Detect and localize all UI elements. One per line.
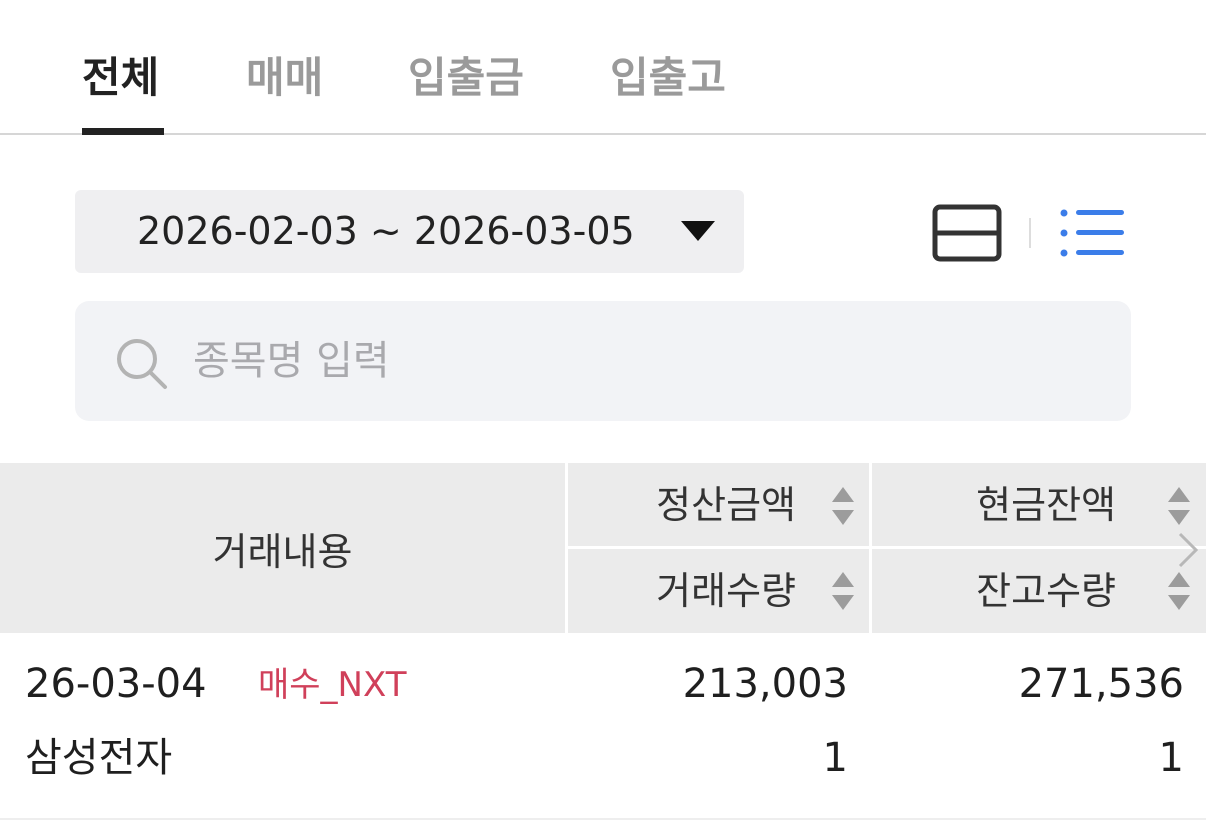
row-balance-quantity: 1: [1158, 735, 1184, 781]
date-range-value: 2026-02-03 ~ 2026-03-05: [137, 209, 635, 253]
header-settlement-amount[interactable]: 정산금액: [580, 463, 796, 547]
header-trade-quantity[interactable]: 거래수량: [580, 549, 796, 633]
tab-bar: 전체 매매 입출금 입출고: [0, 0, 1206, 135]
row-trade-quantity: 1: [822, 735, 848, 781]
list-view-button[interactable]: [1054, 200, 1130, 266]
date-range-select[interactable]: 2026-02-03 ~ 2026-03-05: [75, 190, 744, 273]
row-trade-type: 매수_NXT: [258, 665, 407, 705]
row-settlement-amount: 213,003: [682, 661, 848, 707]
card-view-icon: [932, 204, 1002, 262]
tab-all[interactable]: 전체: [82, 48, 159, 108]
list-view-icon: [1060, 209, 1124, 257]
caret-down-icon: [681, 221, 715, 241]
view-toggle-divider: [1029, 218, 1031, 248]
row-stock-name: 삼성전자: [25, 735, 173, 781]
chevron-right-icon[interactable]: [1172, 530, 1202, 570]
tab-stock-transfer[interactable]: 입출고: [610, 48, 726, 108]
sort-icon[interactable]: [830, 570, 856, 612]
row-divider: [0, 818, 1206, 820]
active-tab-indicator: [82, 128, 164, 135]
stock-name-search-input[interactable]: [193, 301, 1093, 421]
sort-icon[interactable]: [1166, 485, 1192, 527]
card-view-button[interactable]: [928, 200, 1006, 266]
tab-trade[interactable]: 매매: [246, 48, 323, 108]
tab-deposit-withdrawal[interactable]: 입출금: [408, 48, 524, 108]
sort-icon[interactable]: [1166, 570, 1192, 612]
search-box: [75, 301, 1131, 421]
sort-icon[interactable]: [830, 485, 856, 527]
header-description: 거래내용: [212, 529, 353, 574]
header-balance-quantity[interactable]: 잔고수량: [890, 549, 1116, 633]
row-cash-balance: 271,536: [1018, 661, 1184, 707]
header-cash-balance[interactable]: 현금잔액: [890, 463, 1116, 547]
row-date: 26-03-04: [25, 661, 207, 707]
search-icon: [117, 339, 167, 389]
